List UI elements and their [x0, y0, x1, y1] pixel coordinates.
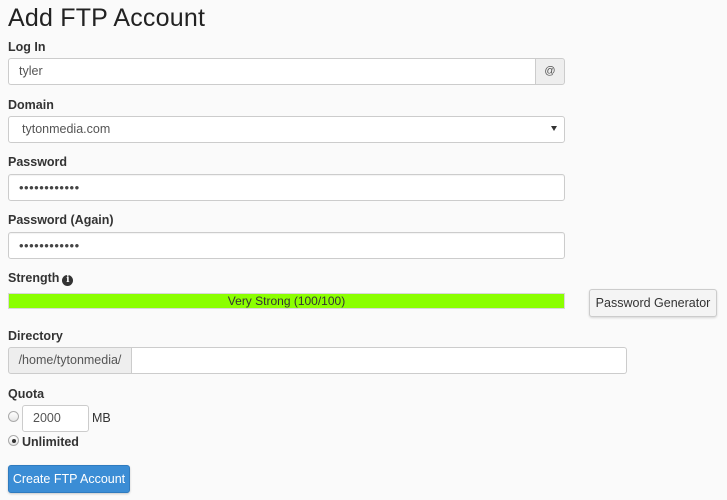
directory-label: Directory [8, 329, 63, 343]
password-label: Password [8, 155, 68, 169]
domain-selected-value: tytonmedia.com [22, 122, 111, 136]
login-input-group: tyler @ [8, 58, 565, 85]
strength-meter: Very Strong (100/100) [8, 293, 565, 309]
directory-input-group: /home/tytonmedia/ [8, 347, 627, 374]
password-input[interactable]: •••••••••••• [8, 174, 565, 201]
quota-unlimited-label[interactable]: Unlimited [22, 435, 79, 449]
quota-input[interactable]: 2000 [22, 405, 89, 432]
quota-label: Quota [8, 387, 45, 401]
quota-limited-radio[interactable] [8, 411, 19, 422]
login-label: Log In [8, 40, 46, 54]
quota-unit: MB [92, 411, 111, 425]
strength-label: Strength [8, 271, 60, 285]
caret-down-icon [551, 126, 557, 131]
password-generator-button[interactable]: Password Generator [589, 289, 717, 317]
add-ftp-account-form: Add FTP Account Log In tyler @ Domain ty… [0, 0, 727, 500]
quota-unlimited-radio[interactable] [8, 435, 19, 446]
info-circle-icon[interactable]: i [62, 275, 74, 286]
login-input[interactable]: tyler [8, 58, 535, 85]
at-sign-addon: @ [535, 58, 565, 85]
domain-select[interactable]: tytonmedia.com [8, 116, 565, 143]
directory-prefix: /home/tytonmedia/ [8, 347, 132, 374]
strength-label-row: Strength i [8, 271, 74, 286]
password-again-input[interactable]: •••••••••••• [8, 232, 565, 259]
page-title: Add FTP Account [8, 4, 206, 32]
password-again-label: Password (Again) [8, 213, 114, 227]
domain-label: Domain [8, 98, 54, 112]
strength-text: Very Strong (100/100) [227, 294, 346, 308]
create-ftp-account-button[interactable]: Create FTP Account [8, 465, 130, 493]
directory-input[interactable] [132, 347, 627, 374]
